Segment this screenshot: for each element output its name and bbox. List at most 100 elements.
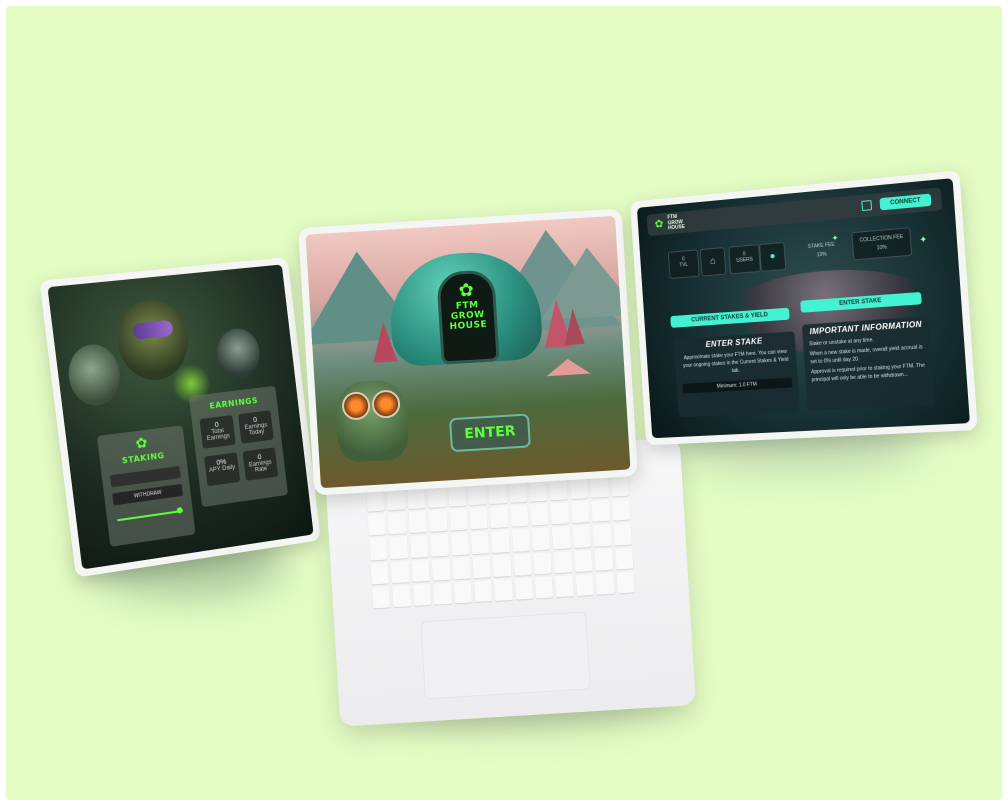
keyboard-key <box>610 474 629 497</box>
house-icon: ⌂ <box>699 247 727 277</box>
staking-panel: ✿ STAKING WITHDRAW <box>96 425 196 547</box>
header-logo[interactable]: FTM GROW HOUSE <box>667 214 685 232</box>
keyboard-key <box>531 527 551 551</box>
stat-collection-fee: COLLECTION FEE 10% <box>851 227 913 261</box>
keyboard-key <box>370 562 390 585</box>
keyboard-key <box>591 500 611 523</box>
users-icon: ● <box>759 241 787 272</box>
keyboard-key <box>392 584 412 608</box>
right-tablet: ✿ FTM GROW HOUSE CONNECT 0 TVL ⌂ 0 USERS ●… <box>630 170 978 446</box>
keyboard-key <box>408 511 427 534</box>
keyboard-key <box>389 536 409 559</box>
keyboard-key <box>549 478 568 501</box>
keyboard-key <box>491 530 510 553</box>
keyboard-key <box>534 576 554 599</box>
keyboard-key <box>510 504 529 528</box>
connect-button[interactable]: CONNECT <box>879 193 932 211</box>
drone-icon: ✦ <box>831 233 839 243</box>
stake-amount-input[interactable]: Minimum: 1.0 FTM <box>682 377 793 394</box>
withdraw-button[interactable]: WITHDRAW <box>112 483 183 506</box>
earnings-cell-apy: 0% APY Daily <box>203 452 241 487</box>
keyboard-key <box>571 501 590 524</box>
keyboard-key <box>412 583 432 606</box>
laptop-screen: ✿ FTM GROW HOUSE ENTER <box>298 208 638 496</box>
keyboard-key <box>472 555 491 579</box>
keyboard-key <box>572 525 592 548</box>
enter-stake-text: Approximate stake your FTM here. You can… <box>682 348 789 375</box>
keyboard-key <box>555 574 574 598</box>
keyboard-key <box>430 534 449 557</box>
keyboard-key <box>533 552 552 575</box>
keyboard-key <box>366 489 385 512</box>
keyboard-key <box>513 553 532 576</box>
keyboard-key <box>470 531 490 554</box>
keyboard-key <box>431 558 451 581</box>
keyboard-key <box>530 503 550 526</box>
keyboard-key <box>390 560 410 583</box>
keyboard-key <box>614 547 634 570</box>
stat-tvl: 0 TVL <box>667 249 700 280</box>
alien-figure-left <box>65 341 124 409</box>
stat-users: 0 USERS <box>728 244 761 275</box>
keyboard-key <box>406 487 426 510</box>
keyboard-key <box>433 582 452 605</box>
keyboard-key <box>386 488 406 511</box>
keyboard-key <box>514 577 534 600</box>
keyboard-key <box>511 529 531 552</box>
stake-amount-input[interactable] <box>109 466 181 488</box>
keyboard-key <box>469 507 488 530</box>
keyboard-key <box>427 485 446 509</box>
keyboard-key <box>592 524 612 547</box>
left-tablet-screen: ✿ STAKING WITHDRAW EARNINGS 0 Total Earni… <box>47 264 314 570</box>
right-tablet-screen: ✿ FTM GROW HOUSE CONNECT 0 TVL ⌂ 0 USERS ●… <box>636 178 970 439</box>
keyboard-key <box>589 475 609 499</box>
keyboard <box>366 474 635 609</box>
stat-stake-fee: STAKE FEE 10% <box>807 241 835 259</box>
keyboard-key <box>488 482 507 505</box>
keyboard-key <box>569 477 589 500</box>
keyboard-key <box>473 579 493 603</box>
keyboard-key <box>453 581 473 604</box>
slider-handle[interactable] <box>176 506 184 514</box>
keyboard-key <box>550 502 570 525</box>
keyboard-key <box>553 550 573 574</box>
keyboard-key <box>616 571 635 594</box>
keyboard-key <box>409 535 429 558</box>
earnings-panel: EARNINGS 0 Total Earnings 0 Earnings Today… <box>188 385 289 508</box>
earnings-cell-today: 0 Earnings Today <box>238 410 274 444</box>
tree-left <box>371 321 398 363</box>
keyboard-key <box>447 484 467 507</box>
important-info-panel: IMPORTANT INFORMATION Stake or unstake a… <box>801 316 936 411</box>
enter-stake-panel: ENTER STAKE Approximate stake your FTM h… <box>673 331 800 418</box>
keyboard-key <box>489 506 509 529</box>
cannabis-leaf-icon: ✿ <box>654 218 664 231</box>
keyboard-key <box>450 532 470 556</box>
keyboard-key <box>594 548 614 571</box>
keyboard-key <box>595 572 615 595</box>
keyboard-key <box>574 549 593 572</box>
tree-right-2 <box>562 307 585 346</box>
drone-icon: ✦ <box>919 233 928 245</box>
keyboard-key <box>428 509 448 533</box>
keyboard-key <box>611 498 631 521</box>
keyboard-key <box>367 513 387 536</box>
enter-button[interactable]: ENTER <box>449 413 531 453</box>
keyboard-key <box>449 508 468 531</box>
keyboard-key <box>494 578 513 601</box>
mushroom-umbrella <box>545 357 591 377</box>
creature-body <box>334 378 410 464</box>
alien-figure-right <box>214 326 263 381</box>
keyboard-key <box>508 480 528 504</box>
keyboard-key <box>387 512 407 535</box>
wallet-icon[interactable] <box>861 200 873 212</box>
keyboard-key <box>467 483 487 506</box>
keyboard-key <box>492 554 512 577</box>
keyboard-key <box>372 586 391 609</box>
landing-screen: ✿ FTM GROW HOUSE ENTER <box>305 215 631 489</box>
earnings-cell-rate: 0 Earnings Rate <box>242 447 279 481</box>
stake-slider[interactable] <box>117 506 184 522</box>
trackpad <box>420 611 591 700</box>
keyboard-key <box>575 573 595 596</box>
keyboard-key <box>369 537 388 561</box>
keyboard-key <box>552 526 571 549</box>
